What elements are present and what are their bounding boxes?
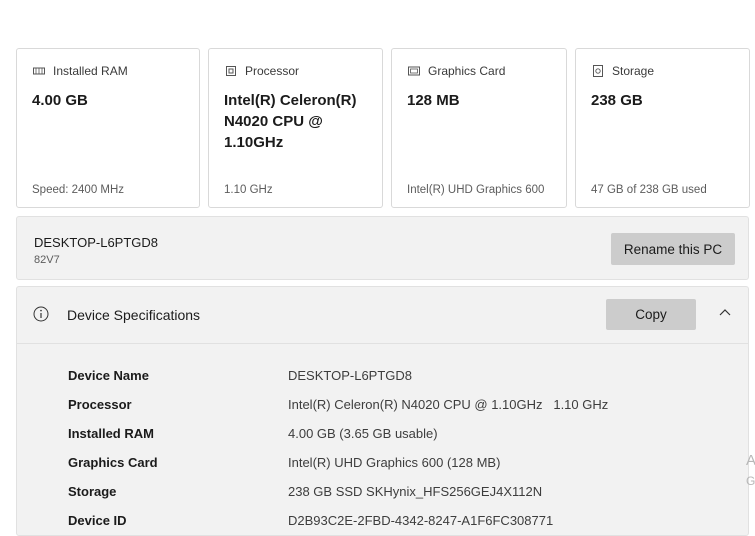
pc-model: 82V7	[34, 254, 60, 266]
spec-label: Graphics Card	[68, 455, 158, 470]
processor-icon	[226, 66, 236, 76]
spec-value: 238 GB SSD SKHynix_HFS256GEJ4X112N	[288, 484, 543, 499]
spec-label: Device Name	[68, 368, 149, 383]
spec-label: Installed RAM	[68, 426, 154, 441]
chevron-up-icon[interactable]	[717, 305, 733, 321]
device-specifications-header[interactable]: Device Specifications Copy	[17, 287, 748, 344]
card-title: Installed RAM	[53, 64, 128, 78]
card-title: Graphics Card	[428, 64, 506, 78]
spec-label: Storage	[68, 484, 117, 499]
spec-value: Intel(R) Celeron(R) N4020 CPU @ 1.10GHz …	[288, 397, 609, 412]
graphics-card-icon	[408, 66, 420, 76]
rename-pc-button[interactable]: Rename this PC	[611, 233, 735, 265]
card-footer: 1.10 GHz	[224, 184, 273, 196]
pc-name-bar: DESKTOP-L6PTGD8 82V7 Rename this PC	[16, 216, 749, 280]
spec-label: Device ID	[68, 513, 127, 528]
card-value: 4.00 GB	[32, 92, 88, 109]
device-specifications-title: Device Specifications	[67, 307, 201, 323]
card-title: Storage	[612, 64, 655, 78]
card-title: Processor	[245, 64, 300, 78]
pc-name: DESKTOP-L6PTGD8	[34, 235, 159, 250]
storage-icon	[593, 65, 603, 77]
card-footer: Speed: 2400 MHz	[32, 184, 125, 196]
info-icon	[33, 306, 49, 322]
card-footer: Intel(R) UHD Graphics 600	[407, 184, 545, 196]
ram-icon	[33, 67, 45, 75]
spec-value: D2B93C2E-2FBD-4342-8247-A1F6FC308771	[288, 513, 554, 528]
processor-card: Processor Intel(R) Celeron(R) N4020 CPU …	[208, 48, 383, 208]
activation-watermark-line1: A	[746, 452, 755, 469]
spec-value: 4.00 GB (3.65 GB usable)	[288, 426, 438, 441]
card-footer: 47 GB of 238 GB used	[591, 184, 707, 196]
installed-ram-card: Installed RAM 4.00 GB Speed: 2400 MHz	[16, 48, 200, 208]
graphics-card-card: Graphics Card 128 MB Intel(R) UHD Graphi…	[391, 48, 567, 208]
storage-card: Storage 238 GB 47 GB of 238 GB used	[575, 48, 750, 208]
card-value: 238 GB	[591, 92, 643, 109]
device-specifications-panel: Device Specifications Copy Device Name D…	[16, 286, 749, 536]
spec-value: DESKTOP-L6PTGD8	[288, 368, 413, 383]
spec-value: Intel(R) UHD Graphics 600 (128 MB)	[288, 455, 501, 470]
card-value: 128 MB	[407, 92, 460, 109]
card-value: Intel(R) Celeron(R) N4020 CPU @ 1.10GHz	[224, 92, 357, 151]
activation-watermark-line2: G	[746, 474, 755, 488]
copy-button[interactable]: Copy	[606, 299, 696, 330]
spec-label: Processor	[68, 397, 132, 412]
